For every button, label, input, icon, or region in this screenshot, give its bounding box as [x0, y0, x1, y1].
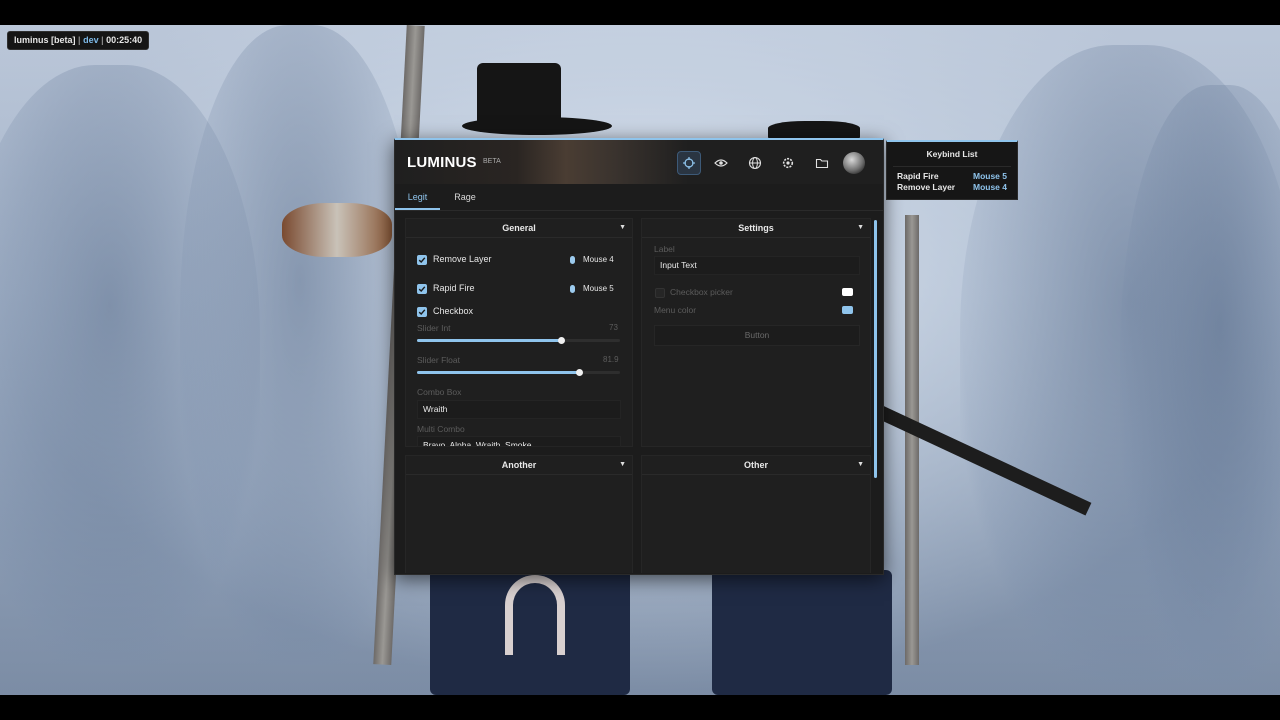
gear-icon[interactable] — [776, 151, 800, 175]
background-tree — [1120, 85, 1280, 685]
group-general-title: General — [502, 223, 536, 233]
slider-float-label: Slider Float — [417, 355, 460, 365]
checkbox-checkbox[interactable] — [417, 307, 427, 317]
watermark-separator: | — [101, 35, 104, 45]
group-other: Other ▼ — [641, 455, 871, 573]
divider — [893, 166, 1011, 167]
watermark-name: luminus [beta] — [14, 35, 76, 45]
tab-bar: Legit Rage — [395, 184, 883, 211]
tab-legit[interactable]: Legit — [395, 184, 440, 210]
checkbox-remove-layer[interactable] — [417, 255, 427, 265]
multi-combo[interactable]: Bravo, Alpha, Wraith, Smoke — [417, 436, 621, 447]
broom-head — [282, 203, 392, 257]
combo-box-label: Combo Box — [417, 387, 462, 397]
checkbox-rapid-fire[interactable] — [417, 284, 427, 294]
keybind-list-panel[interactable]: Keybind List Rapid Fire Mouse 5 Remove L… — [886, 140, 1018, 200]
folder-icon[interactable] — [810, 151, 834, 175]
keybind-key: Mouse 5 — [972, 171, 1007, 181]
globe-icon[interactable] — [743, 151, 767, 175]
multi-combo-label: Multi Combo — [417, 424, 465, 434]
top-hat — [477, 63, 561, 125]
slider-int[interactable] — [417, 337, 620, 344]
slider-float[interactable] — [417, 369, 620, 376]
tree-trunk — [905, 215, 919, 665]
hat — [768, 121, 860, 139]
candy-cane — [505, 575, 565, 655]
beta-badge: BETA — [483, 158, 501, 165]
settings-button[interactable]: Button — [654, 325, 860, 346]
checkbox-picker-label: Checkbox picker — [670, 287, 733, 297]
mouse-icon — [570, 285, 575, 293]
menu-logo: LUMINUS — [407, 154, 477, 171]
group-title: Another ▼ — [406, 456, 632, 475]
scrollbar[interactable] — [874, 220, 877, 478]
menu-color-label: Menu color — [654, 305, 697, 315]
menu-header[interactable]: LUMINUS BETA — [395, 140, 883, 184]
letterbox-top — [0, 0, 1280, 25]
text-input[interactable]: Input Text — [654, 256, 860, 275]
remove-layer-label: Remove Layer — [433, 254, 492, 264]
watermark: luminus [beta] | dev | 00:25:40 — [7, 31, 150, 50]
slider-float-handle[interactable] — [576, 369, 584, 376]
combo-box[interactable]: Wraith — [417, 400, 621, 419]
keybind-name: Remove Layer — [897, 182, 956, 192]
slider-int-fill — [417, 339, 562, 342]
slider-int-value: 73 — [609, 323, 618, 332]
eye-icon[interactable] — [709, 151, 733, 175]
rapid-fire-keybind[interactable]: Mouse 5 — [583, 284, 614, 293]
mouse-icon — [570, 256, 575, 264]
watermark-timer: 00:25:40 — [106, 35, 143, 45]
avatar[interactable] — [843, 152, 865, 174]
group-title: Settings ▼ — [642, 219, 870, 238]
chevron-down-icon[interactable]: ▼ — [619, 219, 626, 237]
crosshair-icon[interactable] — [677, 151, 701, 175]
character-legs — [712, 570, 892, 695]
slider-float-fill — [417, 371, 580, 374]
slider-int-handle[interactable] — [558, 337, 566, 344]
group-another: Another ▼ — [405, 455, 633, 573]
group-settings: Settings ▼ Label Input Text Checkbox pick… — [641, 218, 871, 447]
keybind-name: Rapid Fire — [897, 171, 939, 181]
hat-brim — [462, 117, 612, 135]
group-title: Other ▼ — [642, 456, 870, 475]
cheat-menu-window[interactable]: LUMINUS BETA Legit Rage General ▼ Remove … — [394, 138, 884, 575]
keybind-key: Mouse 4 — [972, 182, 1007, 192]
checkbox-picker-toggle[interactable] — [655, 288, 665, 298]
rapid-fire-label: Rapid Fire — [433, 283, 475, 293]
group-another-title: Another — [501, 460, 537, 470]
chevron-down-icon[interactable]: ▼ — [619, 456, 626, 474]
group-settings-title: Settings — [738, 223, 774, 233]
slider-int-label: Slider Int — [417, 323, 451, 333]
keybind-list-title: Keybind List — [926, 149, 978, 159]
checkbox-label: Checkbox — [433, 306, 474, 316]
group-title: General ▼ — [406, 219, 632, 238]
slider-float-value: 81.9 — [603, 355, 619, 364]
tab-rage[interactable]: Rage — [443, 184, 487, 210]
group-other-title: Other — [743, 460, 768, 470]
watermark-separator: | — [78, 35, 81, 45]
color-swatch-checkbox-picker[interactable] — [842, 288, 853, 296]
chevron-down-icon[interactable]: ▼ — [857, 456, 864, 474]
remove-layer-keybind[interactable]: Mouse 4 — [583, 255, 614, 264]
chevron-down-icon[interactable]: ▼ — [857, 219, 864, 237]
letterbox-bottom — [0, 695, 1280, 720]
input-label: Label — [654, 244, 675, 254]
group-general: General ▼ Remove Layer Mouse 4 Rapid Fire… — [405, 218, 633, 447]
watermark-env: dev — [83, 35, 99, 45]
color-swatch-menu-color[interactable] — [842, 306, 853, 314]
